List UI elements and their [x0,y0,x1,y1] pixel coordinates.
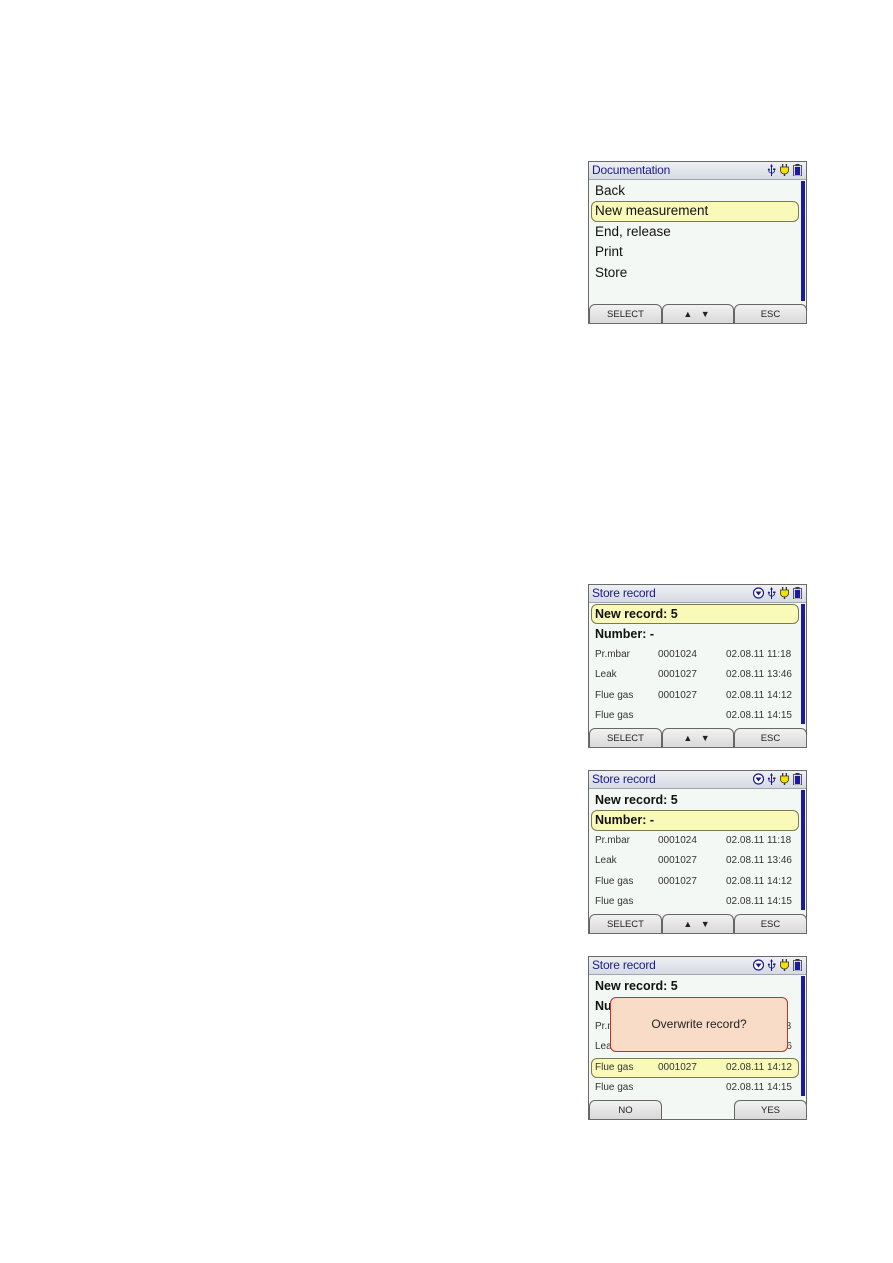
scrollbar[interactable] [801,604,805,724]
record-datetime: 02.08.11 14:12 [726,875,792,887]
record-row[interactable]: Leak 0001027 02.08.11 13:46 [589,665,800,686]
up-down-softkey[interactable]: ▲ ▼ [662,914,734,933]
record-datetime: 02.08.11 14:12 [726,1061,792,1073]
number-field[interactable]: Number: - [591,810,799,831]
record-type: Leak [595,855,617,867]
usb-icon [767,773,776,785]
record-type: Flue gas [595,896,634,908]
select-softkey[interactable]: SELECT [589,914,662,933]
scrollbar[interactable] [801,976,805,1096]
menu-item-back[interactable]: Back [589,181,800,201]
record-row[interactable]: Leak 0001027 02.08.11 13:46 [589,851,800,872]
record-row[interactable]: Flue gas 0001027 02.08.11 14:12 [589,872,800,893]
up-down-softkey[interactable]: ▲ ▼ [662,728,734,747]
record-id: 0001027 [658,689,697,701]
usb-icon [767,959,776,971]
record-datetime: 02.08.11 11:18 [726,648,792,660]
scrollbar[interactable] [801,790,805,910]
record-list: New record: 5 Number: - Pr.mbar 0001024 02… [589,604,800,727]
record-row[interactable]: Pr.mbar 0001024 02.08.11 11:18 [589,831,800,852]
record-type: Flue gas [595,1061,634,1073]
menu-item-new-measurement[interactable]: New measurement [591,201,799,222]
screen-title: Store record [592,772,656,786]
scrollbar[interactable] [801,181,805,301]
screen-header: Documentation [589,162,806,180]
record-row[interactable]: Pr.mbar 0001024 02.08.11 11:18 [589,645,800,666]
record-row[interactable]: Flue gas 0001027 02.08.11 14:12 [589,686,800,707]
dialog-message: Overwrite record? [651,1017,747,1031]
up-down-softkey[interactable]: ▲ ▼ [662,304,734,323]
esc-softkey[interactable]: ESC [734,728,806,747]
battery-icon [793,773,802,785]
battery-icon [793,959,802,971]
download-icon [753,959,764,971]
record-datetime: 02.08.11 14:12 [726,689,792,701]
softkey-bar: SELECT ▲ ▼ ESC [589,726,806,747]
esc-softkey[interactable]: ESC [734,914,806,933]
record-id: 0001027 [658,669,697,681]
screen-header: Store record [589,585,806,603]
record-datetime: 02.08.11 11:18 [726,834,792,846]
screen-title: Store record [592,586,656,600]
record-type: Pr.mbar [595,834,631,846]
yes-softkey[interactable]: YES [734,1100,806,1119]
record-type: Flue gas [595,875,634,887]
record-type: Leak [595,669,617,681]
power-plug-icon [780,959,789,971]
softkey-bar: NO YES [589,1098,806,1119]
power-plug-icon [780,587,789,599]
select-softkey[interactable]: SELECT [589,728,662,747]
usb-icon [767,587,776,599]
no-softkey[interactable]: NO [589,1100,662,1119]
record-type: Flue gas [595,710,634,722]
record-row[interactable]: Flue gas 02.08.11 14:15 [589,706,800,727]
new-record-field[interactable]: New record: 5 [589,790,800,810]
record-datetime: 02.08.11 14:15 [726,896,792,908]
record-type: Flue gas [595,689,634,701]
record-id: 0001024 [658,648,697,660]
record-list: New record: 5 Number: - Pr.mbar 0001024 02… [589,790,800,913]
screen-header: Store record [589,771,806,789]
battery-icon [793,587,802,599]
menu-item-end-release[interactable]: End, release [589,222,800,242]
record-type: Pr.mbar [595,648,631,660]
power-plug-icon [780,773,789,785]
record-datetime: 02.08.11 13:46 [726,855,792,867]
record-id: 0001024 [658,834,697,846]
screen-title: Documentation [592,163,671,177]
battery-icon [793,164,802,176]
record-id: 0001027 [658,855,697,867]
record-row[interactable]: Flue gas 02.08.11 14:15 [589,892,800,913]
new-record-field[interactable]: New record: 5 [591,604,799,625]
record-datetime: 02.08.11 14:15 [726,710,792,722]
store-record-screen-overwrite-dialog: Store record New record: 5 Number: - Pr.… [588,956,807,1120]
record-type: Flue gas [595,1082,634,1094]
screen-header: Store record [589,957,806,975]
softkey-bar: SELECT ▲ ▼ ESC [589,302,806,323]
store-record-screen-number-selected: Store record New record: 5 Number: - Pr.… [588,770,807,934]
softkey-bar: SELECT ▲ ▼ ESC [589,912,806,933]
menu-item-print[interactable]: Print [589,242,800,262]
menu-list: Back New measurement End, release Print … [589,181,800,283]
record-id: 0001027 [658,875,697,887]
download-icon [753,587,764,599]
record-id: 0001027 [658,1061,697,1073]
number-field[interactable]: Number: - [589,624,800,644]
store-record-screen-new-selected: Store record New record: 5 Number: - Pr.… [588,584,807,748]
record-row-selected[interactable]: Flue gas 0001027 02.08.11 14:12 [591,1057,799,1079]
esc-softkey[interactable]: ESC [734,304,806,323]
record-datetime: 02.08.11 13:46 [726,669,792,681]
documentation-screen: Documentation Back New measurement End, … [588,161,807,324]
usb-icon [767,164,776,176]
menu-item-store[interactable]: Store [589,263,800,283]
record-row[interactable]: Flue gas 02.08.11 14:15 [589,1078,800,1099]
screen-title: Store record [592,958,656,972]
record-datetime: 02.08.11 14:15 [726,1082,792,1094]
power-plug-icon [780,164,789,176]
download-icon [753,773,764,785]
select-softkey[interactable]: SELECT [589,304,662,323]
new-record-field[interactable]: New record: 5 [589,976,800,996]
overwrite-dialog: Overwrite record? [610,997,788,1052]
